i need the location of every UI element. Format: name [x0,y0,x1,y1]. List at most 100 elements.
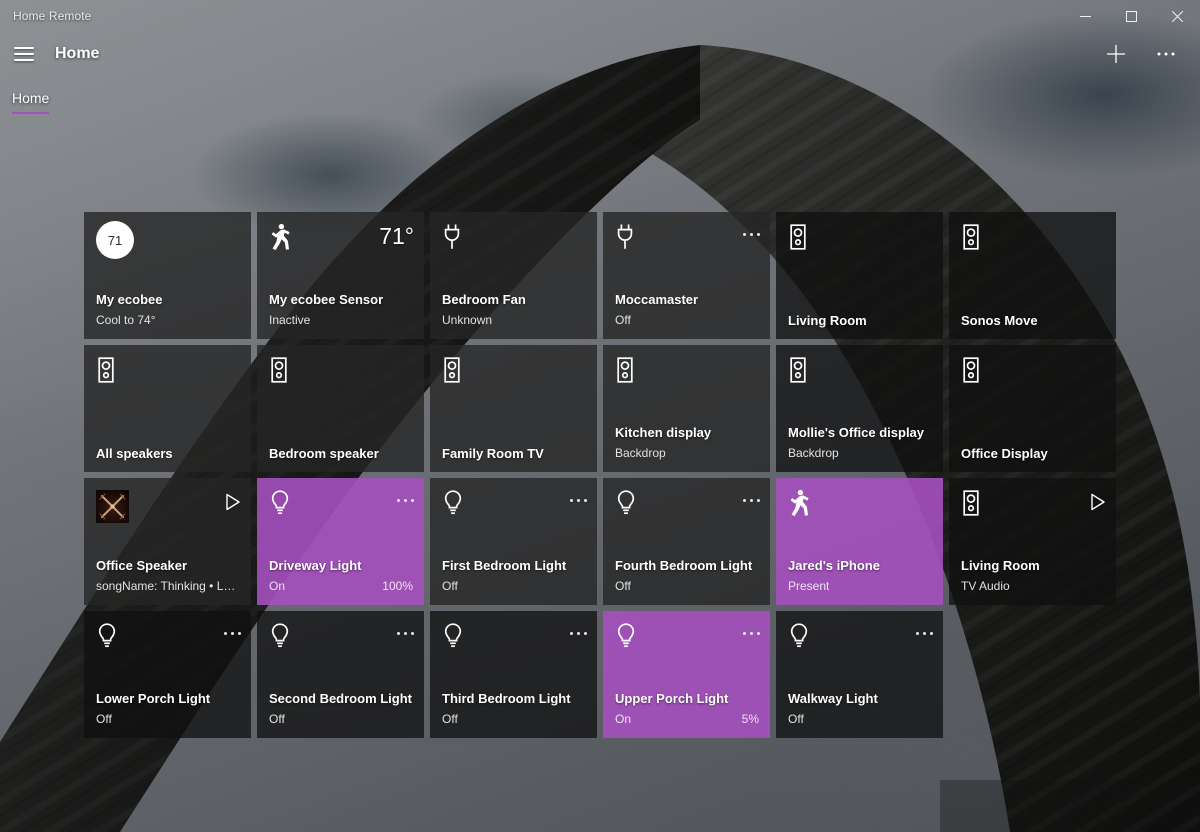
tile-title: Second Bedroom Light [269,691,412,706]
bulb-icon [269,622,291,655]
tile-title: First Bedroom Light [442,558,567,573]
tile-overflow-button[interactable] [916,622,933,635]
tile-status-row: Off [96,711,240,728]
tab-selected-underline [12,112,50,114]
tile-header [96,622,241,656]
bulb-icon [269,489,291,522]
tile-body: Lower Porch Light Off [96,690,240,728]
window-controls [1062,0,1200,32]
play-button[interactable] [1090,489,1106,516]
plug-icon [615,223,635,256]
device-tile[interactable]: Sonos Move [949,212,1116,339]
tile-status: Off [269,712,285,726]
device-tile[interactable]: Kitchen display Backdrop [603,345,770,472]
tile-status-row: On 5% [615,711,759,728]
maximize-button[interactable] [1108,0,1154,32]
device-tile[interactable]: Office Display [949,345,1116,472]
device-tile[interactable]: Jared's iPhone Present [776,478,943,605]
device-tile[interactable]: First Bedroom Light Off [430,478,597,605]
hamburger-icon[interactable] [1,34,47,74]
tile-title: Bedroom Fan [442,292,526,307]
device-tile[interactable]: Bedroom speaker [257,345,424,472]
tile-status-row: Off [615,312,759,329]
tile-status: Off [96,712,112,726]
tile-body: Fourth Bedroom Light Off [615,557,759,595]
device-tile[interactable]: Walkway Light Off [776,611,943,738]
tile-value: 5% [741,712,759,726]
tile-overflow-button[interactable] [570,622,587,635]
tile-header: 71 [96,221,241,259]
tile-title: Moccamaster [615,292,699,307]
tile-title: All speakers [96,446,173,461]
tile-header [269,622,414,656]
tile-title: My ecobee [96,292,163,307]
tile-title: Kitchen display [615,425,712,440]
play-button[interactable] [225,489,241,516]
device-tile[interactable]: All speakers [84,345,251,472]
tile-header [269,489,414,523]
device-tile[interactable]: Bedroom Fan Unknown [430,212,597,339]
tile-overflow-button[interactable] [224,622,241,635]
tile-header [788,622,933,656]
minimize-button[interactable] [1062,0,1108,32]
tile-overflow-button[interactable] [743,622,760,635]
header-actions [1094,34,1200,74]
tile-status: On [615,712,632,726]
motion-icon [269,223,291,256]
tile-status-row: Present [788,578,932,595]
device-tile[interactable]: Fourth Bedroom Light Off [603,478,770,605]
tile-header [442,223,587,257]
tile-overflow-button[interactable] [397,489,414,502]
device-tile[interactable]: Moccamaster Off [603,212,770,339]
tile-body: Office Speaker songName: Thinking • Lo... [96,557,240,595]
more-options-button[interactable] [1144,34,1188,74]
tile-header [96,356,241,390]
tile-temperature: 71° [379,223,414,249]
speaker-icon [961,489,981,522]
device-tile[interactable]: Second Bedroom Light Off [257,611,424,738]
close-button[interactable] [1154,0,1200,32]
tile-body: Bedroom Fan Unknown [442,291,586,329]
tile-body: Driveway Light On 100% [269,557,413,595]
tile-status-row: Off [269,711,413,728]
add-button[interactable] [1094,34,1138,74]
tab-home[interactable]: Home [0,80,61,116]
tile-body: Living Room TV Audio [961,557,1105,595]
tile-status-row: songName: Thinking • Lo... [96,578,240,595]
tile-header [269,356,414,390]
device-tile[interactable]: Upper Porch Light On 5% [603,611,770,738]
device-tile[interactable]: 71 My ecobee Cool to 74° [84,212,251,339]
tile-title: Upper Porch Light [615,691,729,706]
tile-header [788,356,933,390]
device-tile[interactable]: Third Bedroom Light Off [430,611,597,738]
device-tile[interactable]: 71° My ecobee Sensor Inactive [257,212,424,339]
tile-overflow-button[interactable] [397,622,414,635]
tile-title: Jared's iPhone [788,558,880,573]
tile-value: 100% [382,579,413,593]
tab-home-label: Home [12,90,50,106]
device-tile[interactable]: Lower Porch Light Off [84,611,251,738]
tile-body: All speakers [96,445,240,462]
tile-status: songName: Thinking • Lo... [96,579,240,593]
tile-overflow-button[interactable] [570,489,587,502]
tile-title: My ecobee Sensor [269,292,384,307]
tile-overflow-button[interactable] [743,489,760,502]
tile-status: Off [615,313,631,327]
tile-overflow-button[interactable] [743,223,760,236]
device-tile[interactable]: Living Room [776,212,943,339]
device-tile[interactable]: Driveway Light On 100% [257,478,424,605]
tile-title: Third Bedroom Light [442,691,571,706]
speaker-icon [788,356,808,389]
tile-status-row: Off [442,711,586,728]
tile-status-row: TV Audio [961,578,1105,595]
tile-header: 71° [269,223,414,257]
tile-title: Office Speaker [96,558,188,573]
tile-header [788,223,933,257]
speaker-icon [961,223,981,256]
device-tile[interactable]: Family Room TV [430,345,597,472]
device-tile[interactable]: Mollie's Office display Backdrop [776,345,943,472]
tile-title: Bedroom speaker [269,446,379,461]
device-tile[interactable]: Living Room TV Audio [949,478,1116,605]
device-tile[interactable]: Office Speaker songName: Thinking • Lo... [84,478,251,605]
tile-status: Backdrop [615,446,666,460]
